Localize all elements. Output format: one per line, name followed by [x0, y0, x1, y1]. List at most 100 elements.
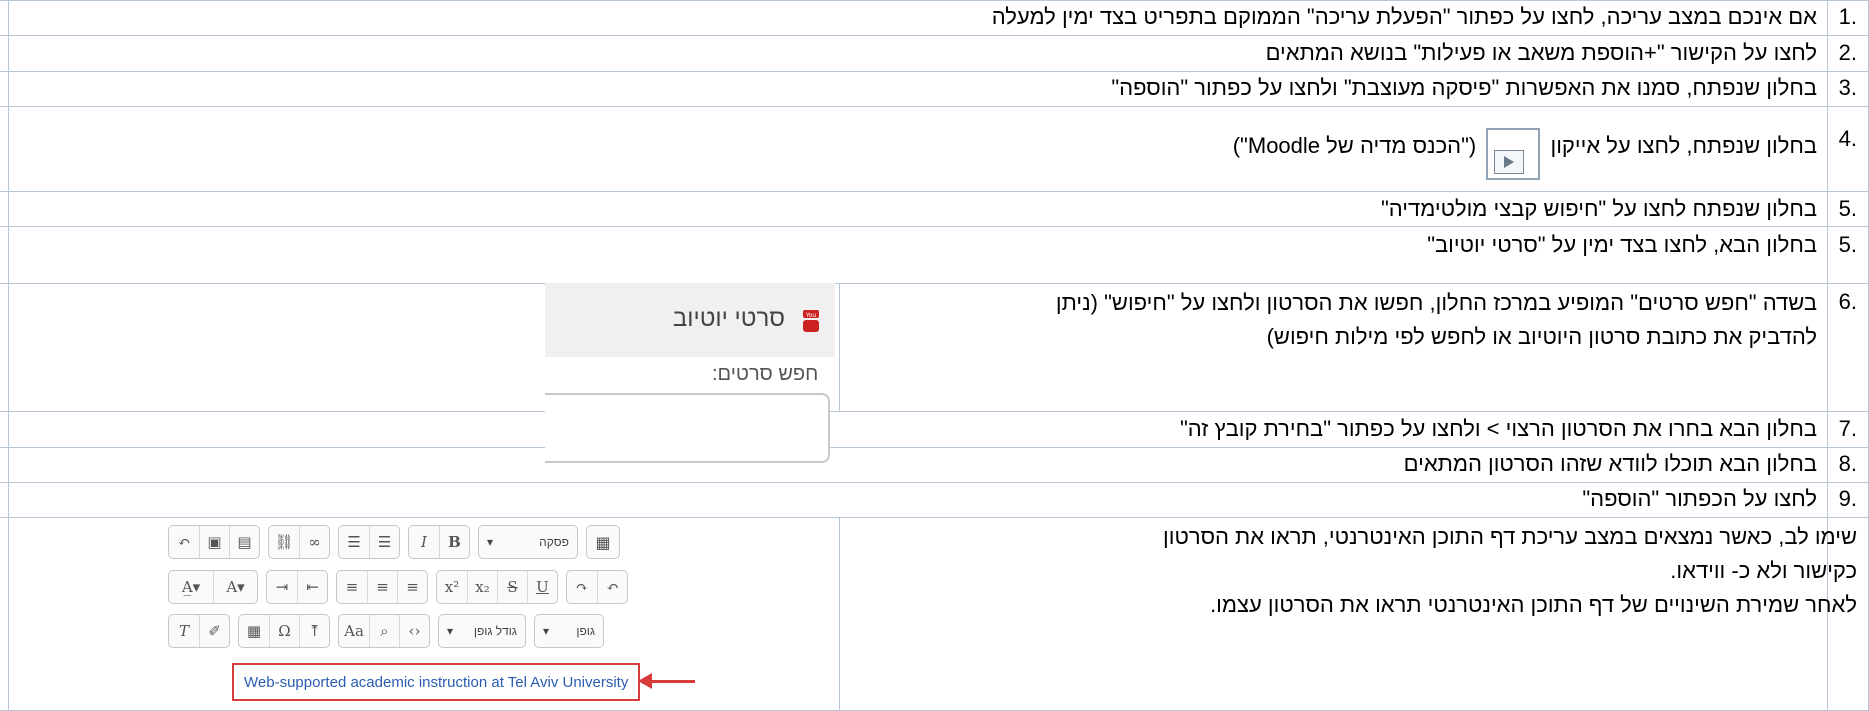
- step-number: 8.: [1838, 451, 1857, 476]
- chevron-down-icon: ▾: [487, 535, 494, 549]
- step-text: אם אינכם במצב עריכה, לחצו על כפתור "הפעל…: [991, 4, 1817, 29]
- toolbar-group-colors: A̲▾ A▾: [168, 570, 258, 604]
- step-text: בשדה "חפש סרטים" המופיע במרכז החלון, חפש…: [1055, 290, 1817, 349]
- font-size-select[interactable]: גודל גופן ▾: [438, 614, 526, 648]
- font-select[interactable]: גופן ▾: [534, 614, 604, 648]
- toolbar-group-clear: T ✐: [168, 614, 230, 648]
- unlink-icon[interactable]: ⛓: [269, 526, 299, 558]
- step-text: בחלון הבא, לחצו בצד ימין על "סרטי יוטיוב…: [1427, 232, 1817, 257]
- font-size-select-value: גודל גופן: [473, 624, 517, 638]
- step-text: לחצו על הכפתור "הוספה": [1582, 486, 1817, 511]
- toolbar-group-indent: ⇥ ⇤: [266, 570, 328, 604]
- moodle-media-icon: [1486, 128, 1541, 180]
- special-char-icon[interactable]: Ω: [269, 615, 299, 647]
- row-divider: [0, 106, 1869, 107]
- step-text: בחלון הבא בחרו את הסרטון הרצוי > ולחצו ע…: [1179, 416, 1817, 441]
- italic-icon[interactable]: I: [409, 526, 439, 558]
- text-color-icon[interactable]: A▾: [213, 571, 257, 603]
- align-right-icon[interactable]: ≡: [337, 571, 367, 603]
- chevron-down-icon: ▾: [447, 624, 454, 638]
- row-divider: [0, 0, 1869, 1]
- toolbar-group-media: ↶ ▣ ▤: [168, 525, 260, 559]
- toolbar-row-1: ↶ ▣ ▤ ⛓ ∞ ☰ ☰ I B פסקה ▾ ▦: [168, 525, 628, 559]
- step-text: בחלון שנפתח, סמנו את האפשרות "פיסקה מעוצ…: [1111, 75, 1817, 100]
- undo-icon[interactable]: ↶: [169, 526, 199, 558]
- underline-icon[interactable]: U: [527, 571, 557, 603]
- subscript-icon[interactable]: x₂: [467, 571, 497, 603]
- bold-icon[interactable]: B: [439, 526, 469, 558]
- row-divider: [0, 447, 1869, 448]
- accessibility-icon[interactable]: Aa: [339, 615, 369, 647]
- row-divider: [0, 71, 1869, 72]
- toolbar-group-lists: ☰ ☰: [338, 525, 400, 559]
- media-icon[interactable]: ▣: [199, 526, 229, 558]
- toolbar-row-2: A̲▾ A▾ ⇥ ⇤ ≡ ≡ ≡ x² x₂ S U ↷ ↶: [168, 570, 628, 604]
- search-videos-input[interactable]: [545, 393, 830, 463]
- image-column-divider: [839, 517, 840, 711]
- arrow-left-icon: [638, 673, 652, 689]
- step-number: 4.: [1838, 126, 1857, 151]
- step-text: לחצו על הקישור "+הוספת משאב או פעילות" ב…: [1265, 40, 1817, 65]
- background-color-icon[interactable]: A̲▾: [169, 571, 213, 603]
- youtube-tab-label: סרטי יוטיוב: [672, 305, 785, 332]
- youtube-videos-tab[interactable]: סרטי יוטיוב You: [545, 283, 835, 357]
- toolbar-group-format: I B: [408, 525, 470, 559]
- editor-video-link[interactable]: Web-supported academic instruction at Te…: [244, 674, 628, 691]
- editor-link-highlight: Web-supported academic instruction at Te…: [232, 663, 640, 701]
- table-icon[interactable]: ▦: [239, 615, 269, 647]
- row-divider: [0, 283, 1869, 284]
- superscript-icon[interactable]: x²: [437, 571, 467, 603]
- toolbar-group-links: ⛓ ∞: [268, 525, 330, 559]
- toolbar-group-history: ↷ ↶: [566, 570, 628, 604]
- search-videos-label: חפש סרטים:: [712, 363, 819, 385]
- table-left-border: [8, 0, 9, 711]
- toolbar-row-3: T ✐ ▦ Ω ⤒ Aa ⌕ ‹› גודל גופן ▾ גופן ▾: [168, 614, 628, 648]
- paragraph-select[interactable]: פסקה ▾: [478, 525, 578, 559]
- row-divider: [0, 35, 1869, 36]
- clean-icon[interactable]: ✐: [199, 615, 229, 647]
- ordered-list-icon[interactable]: ☰: [339, 526, 369, 558]
- toggle-toolbar-icon[interactable]: ▦: [586, 525, 620, 559]
- remove-format-icon[interactable]: T: [169, 615, 199, 647]
- link-icon[interactable]: ∞: [299, 526, 329, 558]
- step-number: 9.: [1838, 486, 1857, 511]
- image-icon[interactable]: ▤: [229, 526, 259, 558]
- row-divider: [0, 191, 1869, 192]
- svg-text:You: You: [805, 312, 817, 319]
- indent-icon[interactable]: ⇥: [267, 571, 297, 603]
- instructions-table: 1. אם אינכם במצב עריכה, לחצו על כפתור "ה…: [0, 0, 1869, 711]
- step-text-part: ("הכנס מדיה של Moodle"): [1232, 133, 1477, 158]
- step-text: בחלון שנפתח, לחצו על אייקון ("הכנס מדיה …: [1233, 112, 1817, 180]
- note-line: שימו לב, כאשר נמצאים במצב עריכת דף התוכן…: [1163, 524, 1857, 549]
- step-text-part: בחלון שנפתח, לחצו על אייקון: [1550, 133, 1817, 158]
- toolbar-group-align: ≡ ≡ ≡: [336, 570, 428, 604]
- undo-icon[interactable]: ↶: [597, 571, 627, 603]
- step-number: 6.: [1838, 289, 1857, 314]
- upload-icon[interactable]: ⤒: [299, 615, 329, 647]
- step-number: 2.: [1838, 40, 1857, 65]
- toolbar-group-insert: ▦ Ω ⤒: [238, 614, 330, 648]
- align-center-icon[interactable]: ≡: [367, 571, 397, 603]
- find-icon[interactable]: ⌕: [369, 615, 399, 647]
- html-icon[interactable]: ‹›: [399, 615, 429, 647]
- paragraph-select-value: פסקה: [539, 535, 569, 549]
- row-divider: [0, 482, 1869, 483]
- font-select-value: גופן: [576, 624, 595, 638]
- youtube-icon: You: [803, 310, 819, 332]
- redo-icon[interactable]: ↷: [567, 571, 597, 603]
- film-icon: [1494, 150, 1525, 174]
- strikethrough-icon[interactable]: S: [497, 571, 527, 603]
- step-number: 7.: [1838, 416, 1857, 441]
- outdent-icon[interactable]: ⇤: [297, 571, 327, 603]
- step-text: בחלון הבא תוכלו לוודא שזהו הסרטון המתאים: [1403, 451, 1817, 476]
- step-text: בחלון שנפתח לחצו על "חיפוש קבצי מולטימדי…: [1380, 196, 1817, 221]
- toolbar-group-script: x² x₂ S U: [436, 570, 558, 604]
- unordered-list-icon[interactable]: ☰: [369, 526, 399, 558]
- note-line: לאחר שמירת השינויים של דף התוכן האינטרנט…: [1210, 592, 1857, 617]
- note-line: כקישור ולא כ- ווידאו.: [1670, 558, 1857, 583]
- align-left-icon[interactable]: ≡: [397, 571, 427, 603]
- row-divider: [0, 517, 1869, 518]
- step-number: 3.: [1838, 75, 1857, 100]
- step-number: 5.: [1838, 196, 1857, 221]
- row-divider: [0, 226, 1869, 227]
